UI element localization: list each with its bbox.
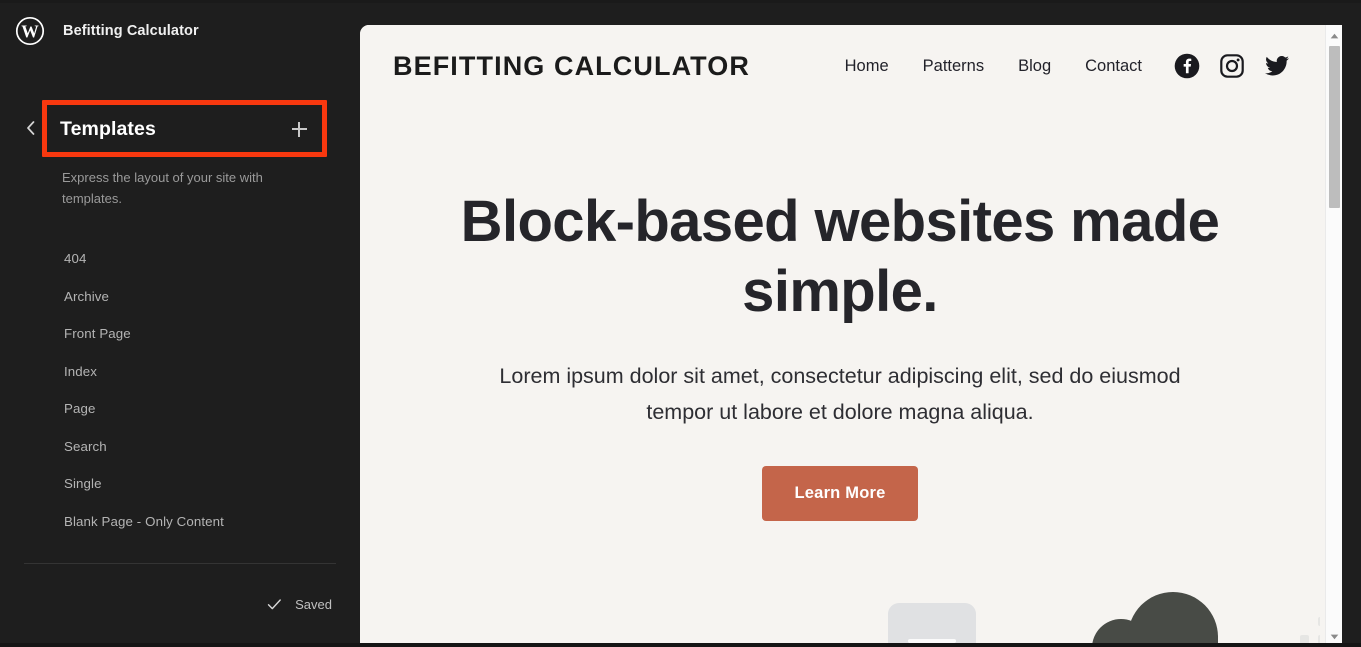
dot-grid-row — [1300, 617, 1320, 626]
list-item[interactable]: Search — [0, 428, 360, 466]
nav-link-contact[interactable]: Contact — [1085, 57, 1142, 76]
social-links — [1174, 53, 1290, 79]
hero-heading: Block-based websites made simple. — [460, 189, 1220, 324]
wordpress-logo-icon[interactable]: W — [15, 16, 45, 46]
status-badge: Saved — [295, 597, 332, 612]
site-editor-window: W Befitting Calculator Templates Express… — [0, 0, 1361, 647]
svg-text:W: W — [21, 22, 39, 42]
hero-subtext: Lorem ipsum dolor sit amet, consectetur … — [499, 364, 1181, 424]
nav-link-blog[interactable]: Blog — [1018, 57, 1051, 76]
vertical-scrollbar[interactable] — [1325, 25, 1342, 647]
list-item-label: Blank Page - Only Content — [64, 513, 224, 529]
list-item-label: Front Page — [64, 326, 131, 342]
hero-section: Block-based websites made simple. Lorem … — [360, 107, 1320, 521]
page-title: Templates — [60, 117, 156, 140]
window-bottom-edge — [0, 643, 1361, 647]
templates-description: Express the layout of your site with tem… — [62, 170, 263, 206]
list-item-label: Archive — [64, 288, 110, 304]
sidebar-site-header[interactable]: W Befitting Calculator — [0, 0, 360, 62]
list-item[interactable]: Archive — [0, 278, 360, 316]
window-right-edge — [1342, 0, 1361, 647]
decorative-card-shape — [888, 603, 976, 647]
list-item-label: Single — [64, 476, 102, 492]
divider — [24, 563, 336, 564]
list-item[interactable]: Single — [0, 465, 360, 503]
scrollbar-thumb[interactable] — [1328, 46, 1340, 208]
plus-icon[interactable] — [284, 114, 314, 144]
site-preview-canvas: BEFITTING CALCULATOR Home Patterns Blog … — [360, 25, 1342, 647]
list-item[interactable]: Front Page — [0, 315, 360, 353]
decorative-cloud-shape — [1092, 592, 1218, 647]
list-item-label: Page — [64, 401, 96, 417]
editor-sidebar: W Befitting Calculator Templates Express… — [0, 0, 360, 647]
preview-site-nav: Home Patterns Blog Contact — [811, 53, 1290, 79]
list-item-label: 404 — [64, 251, 87, 267]
preview-page: BEFITTING CALCULATOR Home Patterns Blog … — [360, 25, 1320, 647]
triangle-up-icon[interactable] — [1326, 27, 1342, 44]
list-item[interactable]: Page — [0, 390, 360, 428]
instagram-icon[interactable] — [1219, 53, 1245, 79]
twitter-icon[interactable] — [1264, 53, 1290, 79]
facebook-icon[interactable] — [1174, 53, 1200, 79]
cloud-blob-large — [1128, 592, 1218, 647]
chevron-left-icon — [27, 121, 35, 135]
list-item-label: Search — [64, 438, 107, 454]
list-item[interactable]: Blank Page - Only Content — [0, 503, 360, 541]
list-item[interactable]: Index — [0, 353, 360, 391]
templates-panel-header[interactable]: Templates — [60, 110, 322, 148]
templates-list: 404 Archive Front Page Index Page Search… — [0, 240, 360, 540]
preview-site-navbar: BEFITTING CALCULATOR Home Patterns Blog … — [360, 25, 1320, 107]
nav-link-home[interactable]: Home — [845, 57, 889, 76]
site-title: Befitting Calculator — [63, 23, 199, 39]
check-icon — [267, 597, 282, 612]
learn-more-button[interactable]: Learn More — [761, 466, 919, 521]
nav-link-patterns[interactable]: Patterns — [923, 57, 984, 76]
window-top-edge — [0, 0, 1361, 3]
back-button[interactable] — [18, 112, 44, 144]
list-item[interactable]: 404 — [0, 240, 360, 278]
list-item-label: Index — [64, 363, 98, 379]
preview-site-brand[interactable]: BEFITTING CALCULATOR — [393, 51, 750, 82]
dot — [1318, 617, 1320, 626]
save-status[interactable]: Saved — [267, 597, 332, 612]
